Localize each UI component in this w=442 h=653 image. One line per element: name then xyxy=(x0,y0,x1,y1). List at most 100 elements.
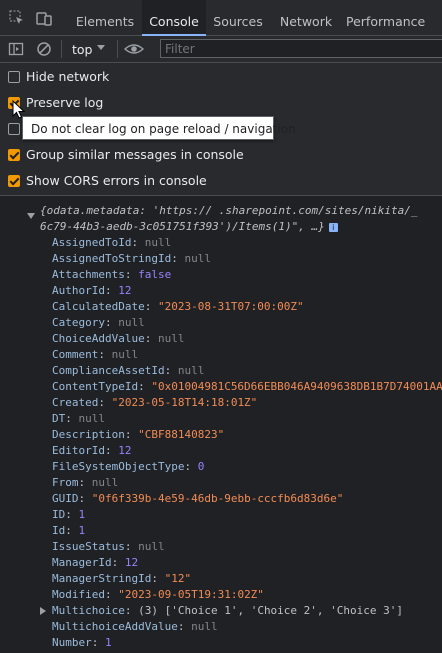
tab-elements[interactable]: Elements xyxy=(70,0,140,35)
property-value: null xyxy=(191,620,218,633)
property-value: 12 xyxy=(124,556,139,569)
property-key: Modified xyxy=(52,588,105,601)
object-header-line-1[interactable]: {odata.metadata: 'https:// .sharepoint.c… xyxy=(40,203,418,219)
property-row: AuthorId: 12 xyxy=(52,284,132,297)
property-key: CalculatedDate xyxy=(52,300,145,313)
property-row: Number: 1 xyxy=(52,636,112,649)
console-toolbar: top xyxy=(0,36,442,63)
property-key: AssignedToStringId xyxy=(52,252,172,265)
property-value: 1 xyxy=(78,508,86,521)
property-key: GUID xyxy=(52,492,79,505)
device-toolbar-icon[interactable] xyxy=(36,10,52,26)
context-selector[interactable]: top xyxy=(68,40,110,58)
property-key: ChoiceAddValue xyxy=(52,332,145,345)
property-value: "2023-09-05T19:31:02Z" xyxy=(118,588,264,601)
property-row: ChoiceAddValue: null xyxy=(52,332,185,345)
sidebar-toggle-icon[interactable] xyxy=(8,41,24,57)
tab-performance[interactable]: Performance xyxy=(346,0,442,35)
property-row: From: null xyxy=(52,476,119,489)
property-key: DT xyxy=(52,412,66,425)
property-key: Number xyxy=(52,636,92,649)
property-row: AssignedToId: null xyxy=(52,236,172,249)
property-value: "0f6f339b-4e59-46db-9ebb-cccfb6d83d6e" xyxy=(91,492,344,505)
property-key: FileSystemObjectType xyxy=(52,460,185,473)
property-key: Description xyxy=(52,428,125,441)
object-header-text: 6c79-44b3-aedb-3c051751f393')/Items(1)",… xyxy=(40,220,325,233)
info-icon: i xyxy=(328,222,338,232)
property-row: Created: "2023-05-18T14:18:01Z" xyxy=(52,396,258,409)
property-row: AssignedToStringId: null xyxy=(52,252,211,265)
property-value: null xyxy=(157,332,185,345)
property-key: Multichoice xyxy=(52,604,125,617)
property-row: CalculatedDate: "2023-08-31T07:00:00Z" xyxy=(52,300,304,313)
tab-console[interactable]: Console xyxy=(142,0,206,36)
tab-network[interactable]: Network xyxy=(276,0,336,35)
property-row: Modified: "2023-09-05T19:31:02Z" xyxy=(52,588,264,601)
property-row: Category: null xyxy=(52,316,145,329)
collapse-triangle-icon[interactable] xyxy=(27,213,35,219)
property-row: Id: 1 xyxy=(52,524,86,537)
object-header-line-2[interactable]: 6c79-44b3-aedb-3c051751f393')/Items(1)",… xyxy=(40,219,338,235)
clear-console-icon[interactable] xyxy=(36,41,52,57)
preserve-log-label: Preserve log xyxy=(26,95,104,110)
toolbar-divider xyxy=(61,40,62,58)
property-key: Category xyxy=(52,316,105,329)
property-value: false xyxy=(138,268,172,281)
property-row: Attachments: false xyxy=(52,268,172,281)
property-key: Created xyxy=(52,396,99,409)
expand-triangle-icon[interactable] xyxy=(40,607,46,615)
property-value: 1 xyxy=(78,524,86,537)
property-key: EditorId xyxy=(52,444,105,457)
property-row[interactable]: Multichoice: (3) ['Choice 1', 'Choice 2'… xyxy=(40,603,404,619)
property-value: null xyxy=(138,540,165,553)
inspect-element-icon[interactable] xyxy=(9,10,25,26)
property-value: null xyxy=(111,348,139,361)
property-row: ComplianceAssetId: null xyxy=(52,364,205,377)
property-key: AssignedToId xyxy=(52,236,132,249)
property-value: "12" xyxy=(164,572,192,585)
eye-icon[interactable] xyxy=(124,41,144,57)
property-value: 12 xyxy=(118,444,132,457)
property-row: ContentTypeId: "0x01004981C56D66EBB046A9… xyxy=(52,380,442,393)
property-value: 1 xyxy=(105,636,112,649)
property-key: ContentTypeId xyxy=(52,380,139,393)
property-key: From xyxy=(52,476,79,489)
hidden-option-checkbox[interactable] xyxy=(8,123,20,135)
tab-sources[interactable]: Sources xyxy=(210,0,266,35)
toolbar-divider xyxy=(117,40,118,58)
property-key: AuthorId xyxy=(52,284,105,297)
property-value: 12 xyxy=(118,284,132,297)
property-value: null xyxy=(177,364,205,377)
mouse-cursor-icon xyxy=(12,100,25,119)
property-row: MultichoiceAddValue: null xyxy=(52,620,218,633)
group-similar-checkbox[interactable] xyxy=(8,149,20,161)
property-key: Comment xyxy=(52,348,99,361)
property-key: Attachments xyxy=(52,268,125,281)
property-row: ManagerId: 12 xyxy=(52,556,139,569)
property-row: ManagerStringId: "12" xyxy=(52,572,192,585)
property-key: IssueStatus xyxy=(52,540,125,553)
property-row: IssueStatus: null xyxy=(52,540,165,553)
chevron-down-icon xyxy=(97,45,105,50)
property-row: EditorId: 12 xyxy=(52,444,132,457)
property-row: FileSystemObjectType: 0 xyxy=(52,460,205,473)
property-key: ManagerStringId xyxy=(52,572,152,585)
hide-network-label: Hide network xyxy=(26,69,110,84)
property-value: null xyxy=(118,316,145,329)
property-value: "0x01004981C56D66EBB046A9409638DB1B7D740… xyxy=(151,380,442,393)
hide-network-checkbox[interactable] xyxy=(8,71,20,83)
property-value: (3) ['Choice 1', 'Choice 2', 'Choice 3'] xyxy=(138,604,404,617)
property-key: Id xyxy=(52,524,66,537)
property-row: DT: null xyxy=(52,412,105,425)
preserve-log-tooltip: Do not clear log on page reload / naviga… xyxy=(22,116,296,140)
property-value: null xyxy=(184,252,211,265)
cors-errors-checkbox[interactable] xyxy=(8,175,20,187)
cors-errors-label: Show CORS errors in console xyxy=(26,173,207,188)
devtools-tabbar: Elements Console Sources Network Perform… xyxy=(0,0,442,36)
property-row: Description: "CBF88140823" xyxy=(52,428,225,441)
group-similar-label: Group similar messages in console xyxy=(26,147,244,162)
property-value: null xyxy=(144,236,172,249)
filter-input[interactable] xyxy=(160,39,442,58)
property-value: "2023-08-31T07:00:00Z" xyxy=(157,300,304,313)
property-row: ID: 1 xyxy=(52,508,86,521)
